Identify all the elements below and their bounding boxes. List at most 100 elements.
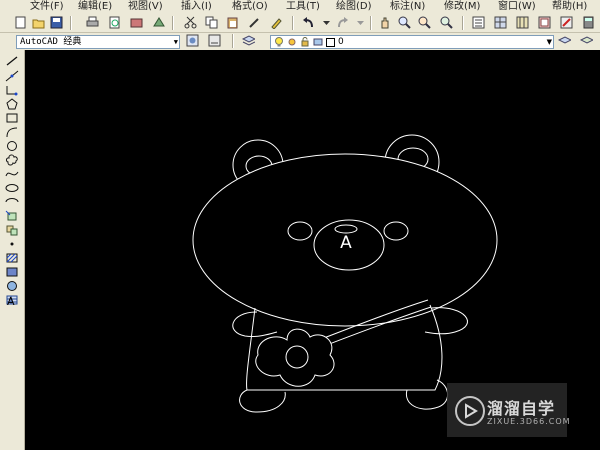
circle-tool[interactable]: [5, 140, 19, 152]
sheet-set-icon[interactable]: [538, 16, 551, 29]
ellipse-arc-icon: [5, 198, 19, 203]
toolbar-separator: [370, 16, 372, 30]
pan-icon[interactable]: [378, 16, 391, 29]
construction-line-icon: [5, 70, 19, 82]
cloud-icon: [6, 154, 18, 166]
region-tool[interactable]: [5, 280, 19, 292]
chevron-down-icon: ▼: [173, 38, 178, 46]
properties-icon[interactable]: [472, 16, 485, 29]
unlock-icon[interactable]: [300, 37, 310, 47]
zoom-realtime-icon[interactable]: [398, 16, 411, 29]
menu-help[interactable]: 帮助(H): [552, 1, 587, 13]
toolbar-separator: [232, 34, 234, 48]
menu-dimension[interactable]: 标注(N): [390, 1, 425, 13]
make-current-layer-icon[interactable]: [558, 34, 571, 47]
menu-format[interactable]: 格式(O): [232, 1, 268, 13]
layer-name: 0: [338, 37, 344, 47]
block-editor-icon[interactable]: [270, 16, 283, 29]
workspace-save-icon[interactable]: [208, 34, 221, 47]
toolbar-separator: [292, 16, 294, 30]
layer-dropdown[interactable]: 0 ▼: [270, 35, 554, 49]
cut-icon[interactable]: [184, 16, 197, 29]
polygon-tool[interactable]: [5, 98, 19, 110]
point-tool[interactable]: [5, 238, 19, 250]
print-icon[interactable]: [86, 16, 99, 29]
hatch-tool[interactable]: [5, 252, 19, 264]
watermark-badge: 溜溜自学 ZIXUE.3D66.COM: [447, 383, 570, 437]
layer-manager-icon[interactable]: [242, 34, 255, 47]
make-block-tool[interactable]: [5, 224, 19, 236]
circle-icon: [7, 141, 17, 151]
open-file-icon[interactable]: [32, 16, 45, 29]
line-tool[interactable]: [5, 55, 19, 67]
chevron-down-icon: ▼: [546, 38, 552, 46]
menu-modify[interactable]: 修改(M): [444, 1, 480, 13]
play-logo-icon: [455, 396, 485, 426]
ellipse-arc-tool[interactable]: [5, 196, 19, 208]
standard-toolbar: [0, 14, 600, 33]
workspace-settings-icon[interactable]: [186, 34, 199, 47]
menu-edit[interactable]: 编辑(E): [78, 1, 112, 13]
redo-icon[interactable]: [336, 16, 349, 29]
gradient-icon: [6, 267, 18, 277]
bag-letter: A: [340, 233, 352, 253]
calculator-icon[interactable]: [582, 16, 595, 29]
layer-previous-icon[interactable]: [580, 34, 593, 47]
undo-icon[interactable]: [302, 16, 315, 29]
text-tool[interactable]: A: [7, 295, 15, 308]
workspace-dropdown[interactable]: AutoCAD 经典 ▼: [16, 35, 180, 49]
rectangle-tool[interactable]: [5, 112, 19, 124]
menu-view[interactable]: 视图(V): [128, 1, 163, 13]
ellipse-icon: [5, 184, 19, 192]
polyline-tool[interactable]: [5, 84, 19, 96]
styles-layers-toolbar: AutoCAD 经典 ▼ 0 ▼: [0, 33, 600, 51]
workspace-dropdown-value: AutoCAD 经典: [20, 37, 82, 47]
markup-set-icon[interactable]: [560, 16, 573, 29]
viewport-freeze-icon[interactable]: [313, 37, 323, 47]
tool-palettes-icon[interactable]: [516, 16, 529, 29]
zoom-previous-icon[interactable]: [440, 16, 453, 29]
match-properties-icon[interactable]: [248, 16, 261, 29]
revision-cloud-tool[interactable]: [5, 154, 19, 166]
menu-window[interactable]: 窗口(W): [498, 1, 536, 13]
polygon-icon: [6, 98, 18, 110]
left-foot: [239, 389, 286, 413]
redo-dropdown-icon[interactable]: [354, 16, 367, 29]
design-center-icon[interactable]: [152, 16, 165, 29]
design-center-grid-icon[interactable]: [494, 16, 507, 29]
layer-color-swatch: [326, 38, 335, 47]
menu-file[interactable]: 文件(F): [30, 1, 64, 13]
region-icon: [7, 281, 17, 291]
new-file-icon[interactable]: [14, 16, 27, 29]
arc-icon: [6, 127, 18, 138]
flower-bag: [255, 328, 335, 387]
save-icon[interactable]: [50, 16, 63, 29]
spline-tool[interactable]: [5, 168, 19, 180]
make-block-icon: [6, 225, 18, 236]
draw-toolbar: A: [0, 50, 25, 450]
lightbulb-icon[interactable]: [274, 37, 284, 47]
sun-icon[interactable]: [287, 37, 297, 47]
menu-draw[interactable]: 绘图(D): [336, 1, 372, 13]
rectangle-icon: [6, 113, 18, 123]
ellipse-tool[interactable]: [5, 182, 19, 194]
menu-tools[interactable]: 工具(T): [286, 1, 320, 13]
point-icon: [10, 242, 14, 246]
insert-block-tool[interactable]: [5, 210, 19, 222]
publish-icon[interactable]: [130, 16, 143, 29]
arc-tool[interactable]: [5, 126, 19, 138]
insert-block-icon: [5, 210, 17, 221]
menu-insert[interactable]: 插入(I): [181, 1, 212, 13]
spline-icon: [5, 171, 19, 177]
watermark-brand: 溜溜自学: [487, 399, 556, 418]
gradient-tool[interactable]: [5, 266, 19, 278]
toolbar-separator: [172, 16, 174, 30]
right-foot: [405, 379, 449, 410]
construction-line-tool[interactable]: [5, 70, 19, 82]
zoom-window-icon[interactable]: [418, 16, 431, 29]
paste-icon[interactable]: [226, 16, 239, 29]
left-arm: [232, 311, 278, 337]
copy-icon[interactable]: [205, 16, 218, 29]
undo-dropdown-icon[interactable]: [320, 16, 333, 29]
plot-preview-icon[interactable]: [108, 16, 121, 29]
